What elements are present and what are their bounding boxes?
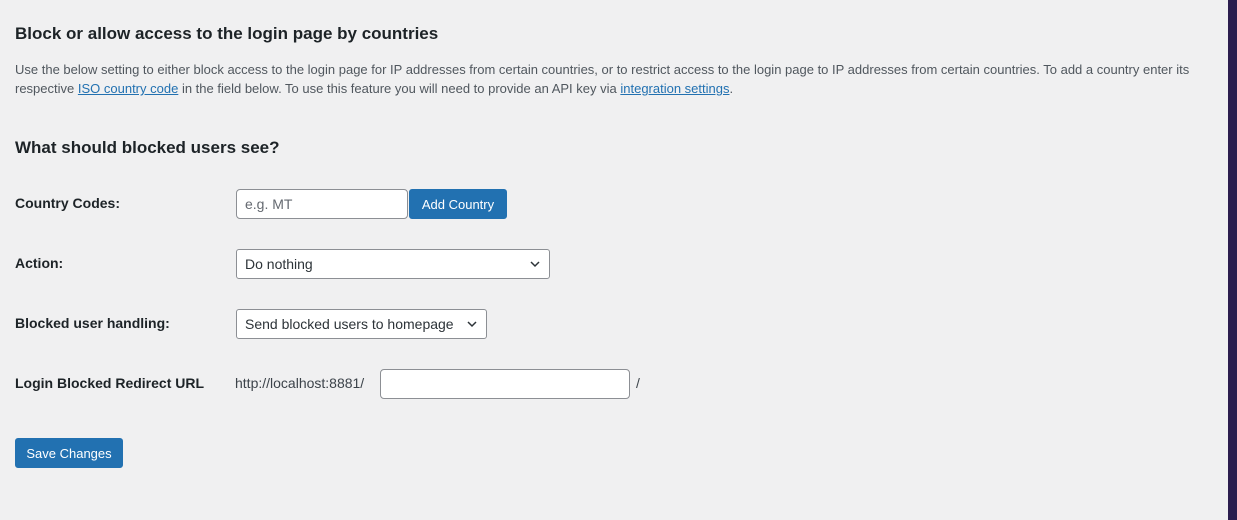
redirect-url-label: Login Blocked Redirect URL <box>15 375 205 391</box>
description-text-3: . <box>729 81 734 96</box>
section-title: Block or allow access to the login page … <box>15 24 439 43</box>
country-codes-label: Country Codes: <box>15 195 120 211</box>
blocked-user-handling-select[interactable]: Send blocked users to homepage <box>236 309 487 339</box>
action-selected-value: Do nothing <box>245 256 313 272</box>
redirect-url-suffix: / <box>636 375 640 391</box>
add-country-button[interactable]: Add Country <box>409 189 507 219</box>
blocked-users-subheading: What should blocked users see? <box>15 138 280 157</box>
chevron-down-icon <box>467 321 477 328</box>
action-select[interactable]: Do nothing <box>236 249 550 279</box>
right-edge-strip <box>1228 0 1237 520</box>
blocked-handling-selected-value: Send blocked users to homepage <box>245 316 454 332</box>
iso-country-code-link[interactable]: ISO country code <box>78 81 178 96</box>
redirect-url-prefix: http://localhost:8881/ <box>235 375 365 391</box>
save-changes-button[interactable]: Save Changes <box>15 438 123 468</box>
section-description: Use the below setting to either block ac… <box>15 60 1215 98</box>
blocked-user-handling-label: Blocked user handling: <box>15 315 170 331</box>
integration-settings-link[interactable]: integration settings <box>620 81 729 96</box>
action-label: Action: <box>15 255 64 271</box>
redirect-url-input[interactable] <box>380 369 630 399</box>
chevron-down-icon <box>530 261 540 268</box>
description-text-2: in the field below. To use this feature … <box>178 81 621 96</box>
country-code-input[interactable] <box>236 189 408 219</box>
